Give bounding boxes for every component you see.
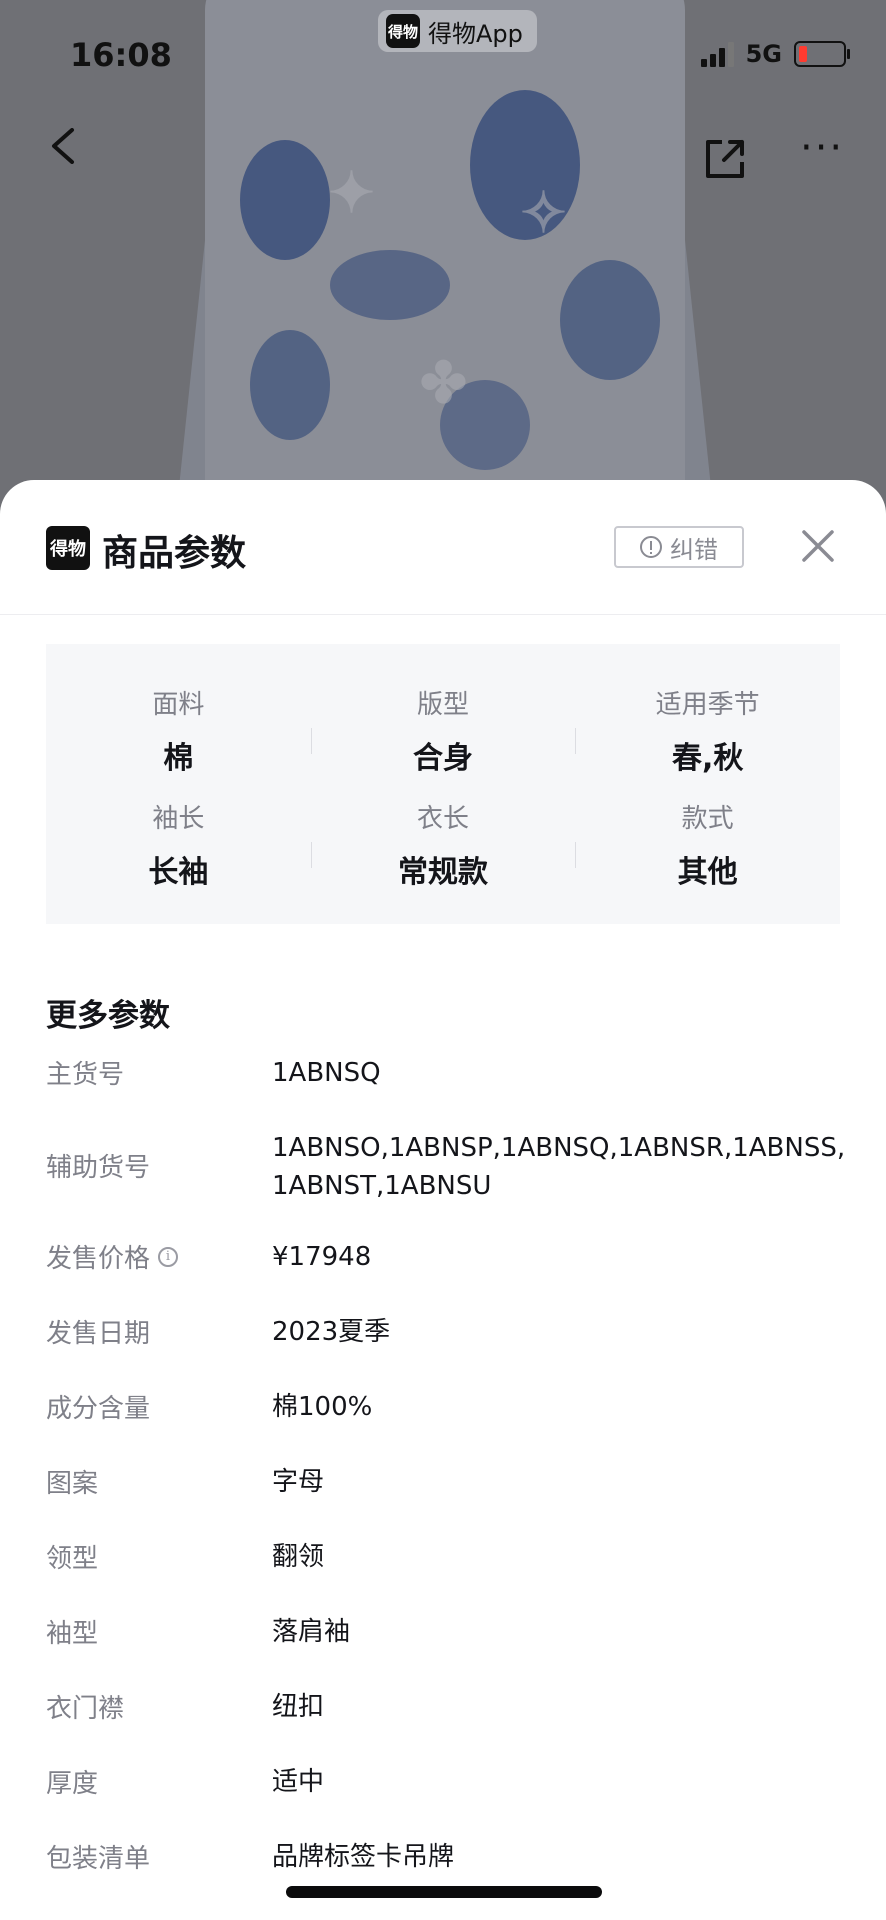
key-param-value: 棉 [163, 741, 194, 776]
key-param: 衣长 常规款 [310, 784, 576, 898]
key-param-value: 常规款 [397, 855, 488, 890]
share-icon[interactable] [702, 136, 748, 182]
monogram-graphic: ✧ [520, 180, 567, 246]
param-row: 图案 字母 [46, 1463, 846, 1538]
more-params-title: 更多参数 [46, 998, 170, 1034]
key-param-label: 面料 [152, 690, 205, 720]
param-value: 落肩袖 [272, 1617, 351, 1647]
product-params-sheet: 得物 商品参数 纠错 面料 棉 版型 合身 适用季节 春,秋 袖长 长袖 衣长 … [0, 480, 886, 1920]
key-param: 面料 棉 [46, 670, 311, 784]
param-value: ¥17948 [272, 1242, 372, 1272]
key-param-value: 其他 [677, 855, 738, 890]
param-row: 辅助货号 1ABNSO,1ABNSP,1ABNSQ,1ABNSR,1ABNSS,… [46, 1129, 846, 1238]
signal-icon [700, 41, 734, 67]
key-param-value: 春,秋 [671, 741, 744, 776]
param-label: 包装清单 [46, 1844, 151, 1874]
status-indicators: 5G [700, 40, 850, 68]
key-param: 款式 其他 [575, 784, 840, 898]
param-row: 领型 翻领 [46, 1538, 846, 1613]
key-param-label: 版型 [416, 690, 469, 720]
report-error-button[interactable]: 纠错 [614, 526, 744, 568]
status-time: 16:08 [70, 36, 172, 74]
key-param-label: 衣长 [416, 804, 469, 834]
app-name: 得物App [428, 19, 523, 48]
param-value: 翻领 [272, 1542, 325, 1572]
more-params-list: 主货号 1ABNSQ 辅助货号 1ABNSO,1ABNSP,1ABNSQ,1AB… [46, 1054, 846, 1913]
network-label: 5G [745, 40, 782, 68]
key-param-value: 长袖 [148, 855, 209, 890]
key-param-value: 合身 [412, 741, 473, 776]
key-param: 适用季节 春,秋 [575, 670, 840, 784]
close-icon[interactable] [798, 526, 838, 566]
key-param-label: 款式 [681, 804, 734, 834]
param-label: 厚度 [46, 1769, 99, 1799]
print-pattern [240, 140, 330, 260]
param-value: 1ABNSO,1ABNSP,1ABNSQ,1ABNSR,1ABNSS,1ABNS… [272, 1133, 846, 1201]
param-value: 字母 [272, 1467, 325, 1497]
param-label: 袖型 [46, 1619, 99, 1649]
report-error-label: 纠错 [670, 535, 718, 564]
print-pattern [330, 250, 450, 320]
app-indicator[interactable]: 得物 得物App [378, 10, 537, 52]
param-value: 纽扣 [272, 1692, 325, 1722]
print-pattern [560, 260, 660, 380]
param-row: 袖型 落肩袖 [46, 1613, 846, 1688]
key-params-grid: 面料 棉 版型 合身 适用季节 春,秋 袖长 长袖 衣长 常规款 款式 其他 [46, 644, 840, 924]
key-param-label: 袖长 [152, 804, 205, 834]
battery-level [799, 46, 808, 62]
param-value: 品牌标签卡吊牌 [272, 1842, 455, 1872]
dewu-logo-icon: 得物 [46, 526, 90, 570]
key-param: 袖长 长袖 [46, 784, 311, 898]
param-label: 发售价格 i [46, 1238, 272, 1275]
more-button[interactable]: ··· [800, 128, 844, 168]
param-row: 主货号 1ABNSQ [46, 1054, 846, 1129]
param-label: 发售日期 [46, 1319, 151, 1349]
param-label: 领型 [46, 1544, 99, 1574]
print-pattern [250, 330, 330, 440]
home-indicator[interactable] [286, 1886, 602, 1898]
param-value: 2023夏季 [272, 1317, 391, 1347]
param-label: 辅助货号 [46, 1153, 151, 1183]
key-param-label: 适用季节 [655, 690, 760, 720]
battery-icon [794, 41, 850, 67]
param-row: 包装清单 品牌标签卡吊牌 [46, 1838, 846, 1913]
monogram-graphic: ✤ [420, 350, 467, 416]
key-param: 版型 合身 [310, 670, 576, 784]
sheet-header: 得物 商品参数 纠错 [0, 480, 886, 615]
param-value: 适中 [272, 1767, 325, 1797]
product-image-backdrop: ✦ ✧ ✤ [0, 0, 886, 520]
param-label: 成分含量 [46, 1394, 151, 1424]
exclamation-icon [640, 536, 662, 558]
param-value: 棉100% [272, 1392, 373, 1422]
app-logo: 得物 [386, 14, 420, 48]
param-row: 发售日期 2023夏季 [46, 1313, 846, 1388]
param-row: 成分含量 棉100% [46, 1388, 846, 1463]
sheet-title: 商品参数 [102, 533, 247, 574]
param-value: 1ABNSQ [272, 1058, 381, 1088]
info-icon[interactable]: i [158, 1246, 179, 1267]
param-row: 衣门襟 纽扣 [46, 1688, 846, 1763]
param-label: 衣门襟 [46, 1694, 125, 1724]
param-label: 主货号 [46, 1060, 125, 1090]
param-row: 厚度 适中 [46, 1763, 846, 1838]
monogram-graphic: ✦ [328, 160, 375, 226]
param-label: 图案 [46, 1469, 99, 1499]
back-button[interactable] [46, 128, 82, 164]
param-row: 发售价格 i ¥17948 [46, 1238, 846, 1313]
